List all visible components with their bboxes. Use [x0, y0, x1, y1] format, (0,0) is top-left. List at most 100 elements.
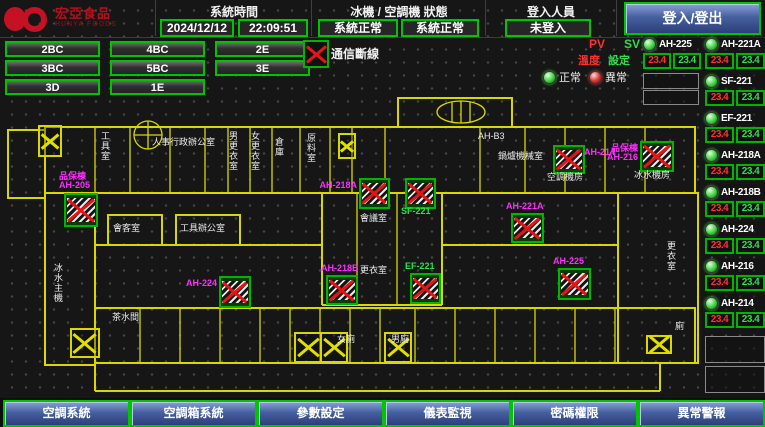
equipment-name-row: AH-218B — [705, 184, 765, 200]
equipment-name: AH-218A — [721, 150, 761, 161]
equipment-name: AH-214 — [721, 298, 754, 309]
equipment-name: AH-221A — [721, 39, 761, 50]
zone-button-2bc[interactable]: 2BC — [5, 41, 100, 57]
fan-label-ah-205: 品保棟AH-205 — [59, 172, 90, 190]
fan-label-ah-225: AH-225 — [553, 257, 584, 266]
zone-button-1e[interactable]: 1E — [110, 79, 205, 95]
equipment-name: AH-218B — [721, 187, 761, 198]
pv-value: 23.4 — [705, 53, 734, 69]
room-label: 男廁 — [391, 334, 409, 344]
fan-room-label: 空調機房 — [547, 172, 583, 182]
equipment-values-row: 23.423.4 — [705, 312, 765, 328]
room-label: 鍋爐機械室 — [498, 151, 543, 161]
login-logout-button[interactable]: 登入/登出 — [624, 2, 761, 35]
fan-label-ah-216: 品保棟AH-216 — [598, 144, 638, 162]
nav-button-4[interactable]: 密碼權限 — [511, 400, 638, 427]
room-label: 女廁 — [337, 334, 355, 344]
nav-button-5[interactable]: 異常警報 — [638, 400, 765, 427]
fan-ah-218b[interactable] — [326, 275, 358, 305]
equipment-block: AH-22423.423.4 — [643, 221, 765, 257]
fan-label-ah-218b: AH-218B — [321, 264, 359, 273]
fan-ef-221[interactable] — [410, 273, 441, 304]
comm-fail-icon — [303, 40, 329, 68]
equipment-item: AH-221A 23.423.4 — [705, 36, 765, 69]
status-led-icon — [705, 260, 718, 273]
sv-value: 23.4 — [736, 53, 765, 69]
sv-value: 23.4 — [736, 238, 765, 254]
equipment-name: EF-221 — [721, 113, 752, 124]
comm-fail-label: 通信斷線 — [331, 45, 379, 62]
equipment-empty-box — [643, 73, 699, 89]
status-led-icon — [643, 38, 656, 51]
status-led-icon — [705, 112, 718, 125]
fan-ah-224[interactable] — [219, 276, 251, 308]
equipment-item: AH-225 23.423.4 — [643, 36, 701, 69]
stair-x-icon — [294, 332, 322, 363]
normal-legend: 正常 — [543, 69, 581, 85]
abnormal-led-icon — [589, 71, 602, 84]
zone-button-5bc[interactable]: 5BC — [110, 60, 205, 76]
fan-ah-225[interactable] — [558, 268, 591, 300]
nav-button-0[interactable]: 空調系統 — [3, 400, 130, 427]
equipment-empty-box — [705, 366, 765, 393]
zone-button-3e[interactable]: 3E — [215, 60, 310, 76]
room-label: 冰水主機 — [53, 263, 63, 303]
stair-x-icon — [38, 125, 62, 157]
equipment-values-row: 23.423.4 — [705, 238, 765, 254]
status-led-icon — [705, 223, 718, 236]
fan-ah-205[interactable] — [64, 193, 98, 227]
fan-ah-214[interactable] — [553, 145, 585, 174]
status-led-icon — [705, 149, 718, 162]
brand-subtitle: HUNYA FOODS — [55, 19, 117, 30]
sv-value: 23.4 — [736, 90, 765, 106]
equipment-block: EF-22123.423.4 — [643, 110, 765, 146]
room-label: 會客室 — [113, 223, 140, 233]
fan-ah-221a[interactable] — [511, 213, 544, 243]
nav-button-1[interactable]: 空調箱系統 — [130, 400, 257, 427]
equipment-values-row: 23.423.4 — [705, 164, 765, 180]
fan-ah-218a[interactable] — [359, 178, 390, 209]
pv-value: 23.4 — [643, 53, 671, 69]
sv-value: 23.4 — [736, 164, 765, 180]
sv-value: 23.4 — [673, 53, 701, 69]
room-label: 會議室 — [360, 213, 387, 223]
zone-button-2e[interactable]: 2E — [215, 41, 310, 57]
equipment-values-row: 23.423.4 — [643, 53, 701, 69]
pv-value: 23.4 — [705, 127, 734, 143]
nav-button-3[interactable]: 儀表監視 — [384, 400, 511, 427]
pv-value: 23.4 — [705, 275, 734, 291]
pv-value: 23.4 — [705, 201, 734, 217]
sv-legend-label: SV — [624, 37, 640, 51]
machine-status-label: 冰機 / 空調機 狀態 — [316, 3, 482, 20]
equipment-block: AH-218A 23.423.4 — [643, 147, 765, 183]
equipment-name: AH-225 — [659, 39, 692, 50]
pv-value: 23.4 — [705, 238, 734, 254]
hmi-screen: { "header": { "brand": {"name": "宏亞食品", … — [0, 0, 765, 426]
abnormal-legend: 異常 — [589, 69, 627, 85]
room-label: 工具室 — [100, 131, 110, 161]
equipment-empty-box — [705, 336, 765, 363]
fan-label-sf-221: SF-221 — [401, 207, 431, 216]
sv-value: 23.4 — [736, 201, 765, 217]
equipment-values-row: 23.423.4 — [705, 275, 765, 291]
zone-button-panel: 2BC 4BC 2E 3BC 5BC 3E 3D 1E — [5, 41, 310, 95]
chiller-status-value: 系統正常 — [318, 19, 398, 37]
nav-button-2[interactable]: 參數設定 — [257, 400, 384, 427]
fan-label-ef-221: EF-221 — [405, 262, 435, 271]
equipment-block: AH-214 23.423.4 — [643, 295, 765, 331]
ac-status-value: 系統正常 — [401, 19, 479, 37]
zone-button-3bc[interactable]: 3BC — [5, 60, 100, 76]
equipment-name-row: AH-218A — [705, 147, 765, 163]
zone-button-4bc[interactable]: 4BC — [110, 41, 205, 57]
fan-sf-221[interactable] — [405, 178, 436, 209]
fan-label-ah-218a: AH-218A — [317, 181, 357, 190]
room-label: 女更衣室 — [250, 131, 260, 171]
bottom-nav-bar: 空調系統空調箱系統參數設定儀表監視密碼權限異常警報 — [0, 398, 765, 426]
equipment-item: AH-218B 23.423.4 — [705, 184, 765, 217]
floor-plan-map: 工具室人事行政辦公室男更衣室女更衣室倉庫原料室AH-B3鍋爐機械室會議室更衣室會… — [0, 95, 702, 398]
equipment-name: SF-221 — [721, 76, 752, 87]
room-label: 工具辦公室 — [180, 223, 225, 233]
zone-button-3d[interactable]: 3D — [5, 79, 100, 95]
room-label: 茶水間 — [112, 312, 139, 322]
stair-x-icon — [338, 133, 356, 159]
